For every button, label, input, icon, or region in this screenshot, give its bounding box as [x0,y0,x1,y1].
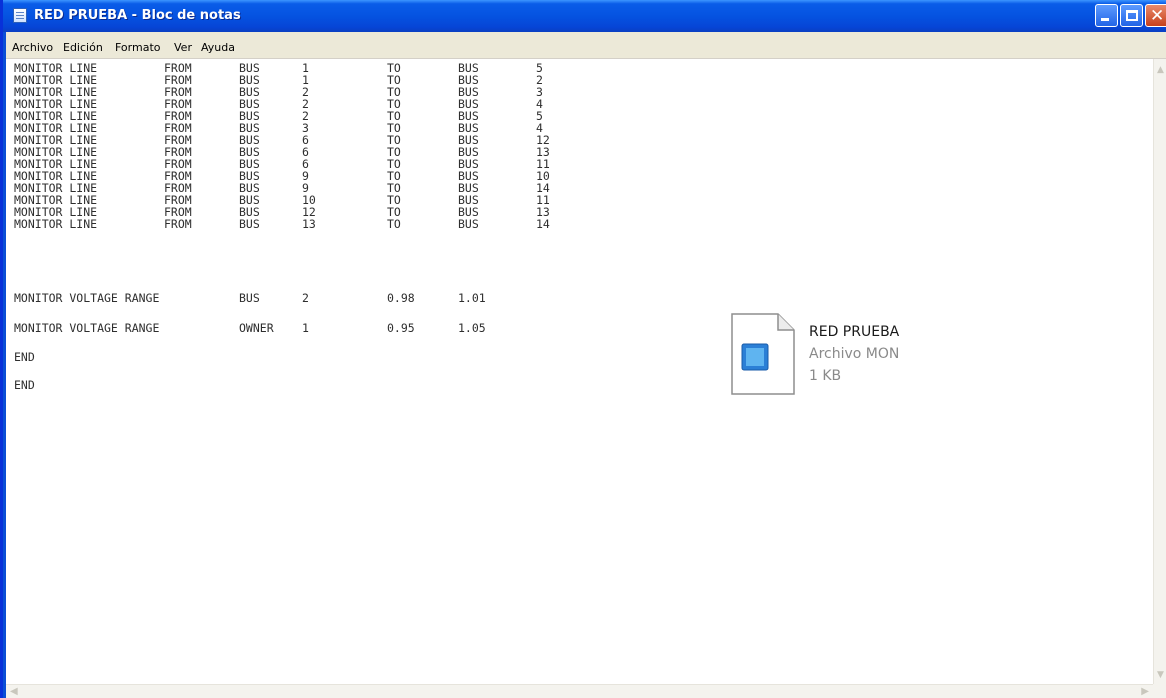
menu-ayuda[interactable]: Ayuda [201,41,235,54]
minimize-icon [1101,18,1109,21]
text-editor[interactable]: MONITOR LINE FROM BUS 1 TO BUS 5 MONITOR LINE FR… [6,59,1166,698]
voltage-keyword: MONITOR VOLTAGE RANGE [14,291,160,305]
voltage-id: 1 [302,321,309,335]
line-bus: BUS [239,217,260,231]
close-button[interactable]: ✕ [1145,4,1166,27]
scroll-left-icon[interactable]: ◀ [10,686,18,697]
notepad-window: RED PRUEBA - Bloc de notas ✕ Archivo Edi… [0,0,1166,698]
minimize-button[interactable] [1095,4,1118,27]
horizontal-scrollbar[interactable]: ◀ ▶ [6,684,1153,698]
size-grip[interactable] [1153,684,1166,698]
line-bus: BUS [458,217,479,231]
voltage-keyword: MONITOR VOLTAGE RANGE [14,321,160,335]
line-keyword: MONITOR LINE [14,217,98,231]
menu-formato[interactable]: Formato [115,41,161,54]
maximize-icon [1126,10,1138,21]
scroll-right-icon[interactable]: ▶ [1141,686,1149,697]
voltage-scope: BUS [239,291,260,305]
file-type: Archivo MON [809,346,900,362]
notepad-icon[interactable] [13,8,27,23]
voltage-min: 0.95 [387,321,415,335]
voltage-scope: OWNER [239,321,274,335]
line-to-bus: 14 [536,217,550,231]
vertical-scrollbar[interactable]: ▲ ▼ [1153,59,1166,684]
menu-bar: Archivo Edición Formato Ver Ayuda [6,32,1166,59]
voltage-max: 1.05 [458,321,486,335]
file-name: RED PRUEBA [809,324,900,340]
menu-ver[interactable]: Ver [174,41,192,54]
voltage-id: 2 [302,291,309,305]
voltage-min: 0.98 [387,291,415,305]
file-size: 1 KB [809,368,842,384]
line-from: FROM [164,217,192,231]
line-from-bus: 13 [302,217,316,231]
end-line: END [14,350,35,364]
title-bar[interactable]: RED PRUEBA - Bloc de notas ✕ [3,0,1166,32]
menu-edicion[interactable]: Edición [63,41,103,54]
voltage-max: 1.01 [458,291,486,305]
maximize-button[interactable] [1120,4,1143,27]
menu-archivo[interactable]: Archivo [12,41,53,54]
line-to: TO [387,217,401,231]
close-icon: ✕ [1150,6,1165,26]
scroll-up-icon[interactable]: ▲ [1157,65,1164,75]
window-title: RED PRUEBA - Bloc de notas [34,8,241,23]
end-line: END [14,378,35,392]
scroll-down-icon[interactable]: ▼ [1157,670,1164,680]
document-file-icon [730,312,796,396]
